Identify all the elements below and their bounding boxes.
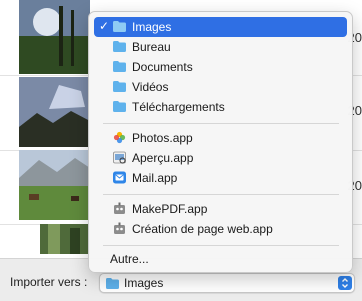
- menu-item-label: Documents: [132, 60, 193, 74]
- menu-item-apercu-app[interactable]: Aperçu.app: [94, 148, 347, 168]
- menu-item-autre[interactable]: Autre...: [94, 249, 347, 269]
- menu-item-label: Photos.app: [132, 131, 193, 145]
- menu-item-label: Mail.app: [132, 171, 178, 185]
- menu-item-label: Création de page web.app: [132, 222, 273, 236]
- menu-item-label: MakePDF.app: [132, 202, 208, 216]
- menu-item-label: Vidéos: [132, 80, 169, 94]
- import-destination-menu: ✓ Images Bureau Documents Vidéos Télécha…: [88, 11, 353, 273]
- import-to-label: Importer vers :: [10, 275, 88, 289]
- menu-item-label: Bureau: [132, 40, 171, 54]
- menu-item-label: Aperçu.app: [132, 151, 194, 165]
- menu-item-bureau[interactable]: Bureau: [94, 37, 347, 57]
- automator-icon: [114, 222, 125, 234]
- photo-thumbnail[interactable]: [40, 224, 90, 254]
- chevron-updown-icon[interactable]: [338, 276, 352, 290]
- menu-separator: [103, 123, 339, 124]
- photos-app-icon: [113, 131, 126, 144]
- folder-icon: [113, 101, 126, 112]
- photo-thumbnail[interactable]: [19, 150, 90, 220]
- import-destination-popup[interactable]: Images: [99, 273, 355, 293]
- menu-item-mail-app[interactable]: Mail.app: [94, 168, 347, 188]
- folder-icon: [113, 41, 126, 52]
- menu-item-label: Téléchargements: [132, 100, 225, 114]
- mail-app-icon: [113, 171, 126, 184]
- menu-separator: [103, 194, 339, 195]
- menu-item-label: Autre...: [110, 252, 149, 266]
- menu-item-telechargements[interactable]: Téléchargements: [94, 97, 347, 117]
- preview-app-icon: [113, 151, 126, 164]
- folder-icon: [113, 21, 126, 32]
- menu-item-documents[interactable]: Documents: [94, 57, 347, 77]
- menu-item-photos-app[interactable]: Photos.app: [94, 128, 347, 148]
- menu-item-images[interactable]: ✓ Images: [94, 17, 347, 37]
- menu-item-label: Images: [132, 20, 172, 34]
- menu-item-videos[interactable]: Vidéos: [94, 77, 347, 97]
- photo-thumbnail[interactable]: [19, 77, 90, 147]
- menu-item-makepdf-app[interactable]: MakePDF.app: [94, 199, 347, 219]
- menu-item-creation-page-web-app[interactable]: Création de page web.app: [94, 219, 347, 239]
- photo-thumbnail[interactable]: [19, 0, 90, 74]
- automator-icon: [114, 202, 125, 214]
- menu-separator: [103, 245, 339, 246]
- folder-icon: [113, 61, 126, 72]
- folder-icon: [106, 278, 119, 289]
- checkmark-icon: ✓: [99, 19, 110, 33]
- import-destination-value: Images: [124, 276, 164, 290]
- folder-icon: [113, 81, 126, 92]
